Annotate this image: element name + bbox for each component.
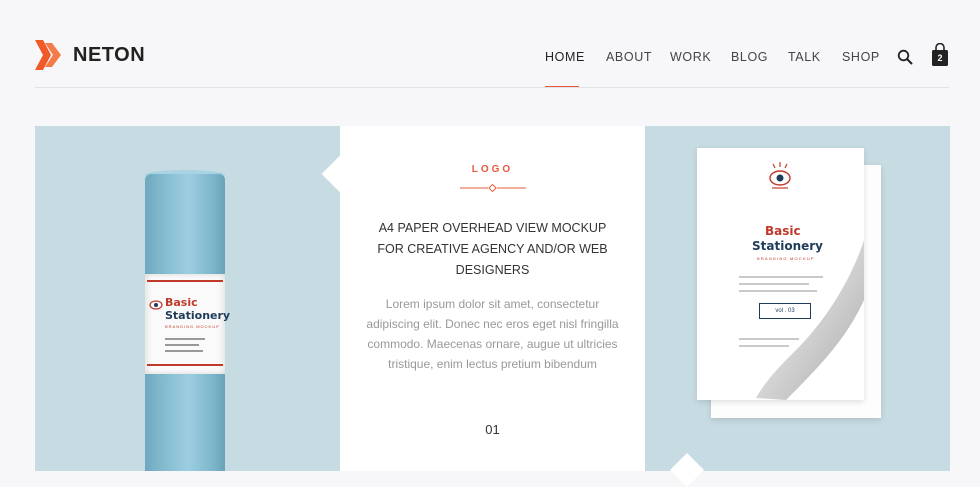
nav-item-shop[interactable]: SHOP (842, 47, 880, 67)
nav-item-talk[interactable]: TALK (788, 47, 821, 67)
roll-brand-line1: Basic (165, 296, 198, 309)
search-icon (897, 49, 913, 65)
roll-label: Basic Stationery BRANDING MOCKUP (145, 274, 230, 374)
category-label[interactable]: LOGO (340, 164, 645, 176)
page-curl (756, 240, 864, 400)
ornament-divider (460, 183, 526, 193)
site-header: NETON HOME ABOUT WORK BLOG TALK SHOP 2 (0, 0, 980, 88)
roll-subtitle: BRANDING MOCKUP (165, 324, 220, 329)
main-nav: HOME ABOUT WORK BLOG TALK SHOP (0, 47, 980, 67)
nav-item-blog[interactable]: BLOG (731, 47, 768, 67)
header-divider (35, 87, 949, 88)
item-number: 01 (485, 422, 500, 437)
eye-logo-icon (769, 162, 791, 189)
item-description: Lorem ipsum dolor sit amet, consectetur … (366, 297, 619, 371)
eye-logo-icon (149, 300, 163, 310)
nav-item-work[interactable]: WORK (670, 47, 711, 67)
roll-brand-line2: Stationery (165, 309, 231, 322)
nav-item-home[interactable]: HOME (545, 47, 585, 67)
sheet-brand-line1: Basic (765, 224, 801, 238)
cart-button[interactable]: 2 (930, 42, 950, 67)
cart-count-badge: 2 (937, 53, 943, 63)
image-panel-paper-roll[interactable]: Basic Stationery BRANDING MOCKUP (35, 126, 340, 471)
search-button[interactable] (897, 49, 913, 65)
nav-item-about[interactable]: ABOUT (606, 47, 652, 67)
item-title[interactable]: A4 PAPER OVERHEAD VIEW MOCKUP FOR CREATI… (370, 218, 615, 281)
